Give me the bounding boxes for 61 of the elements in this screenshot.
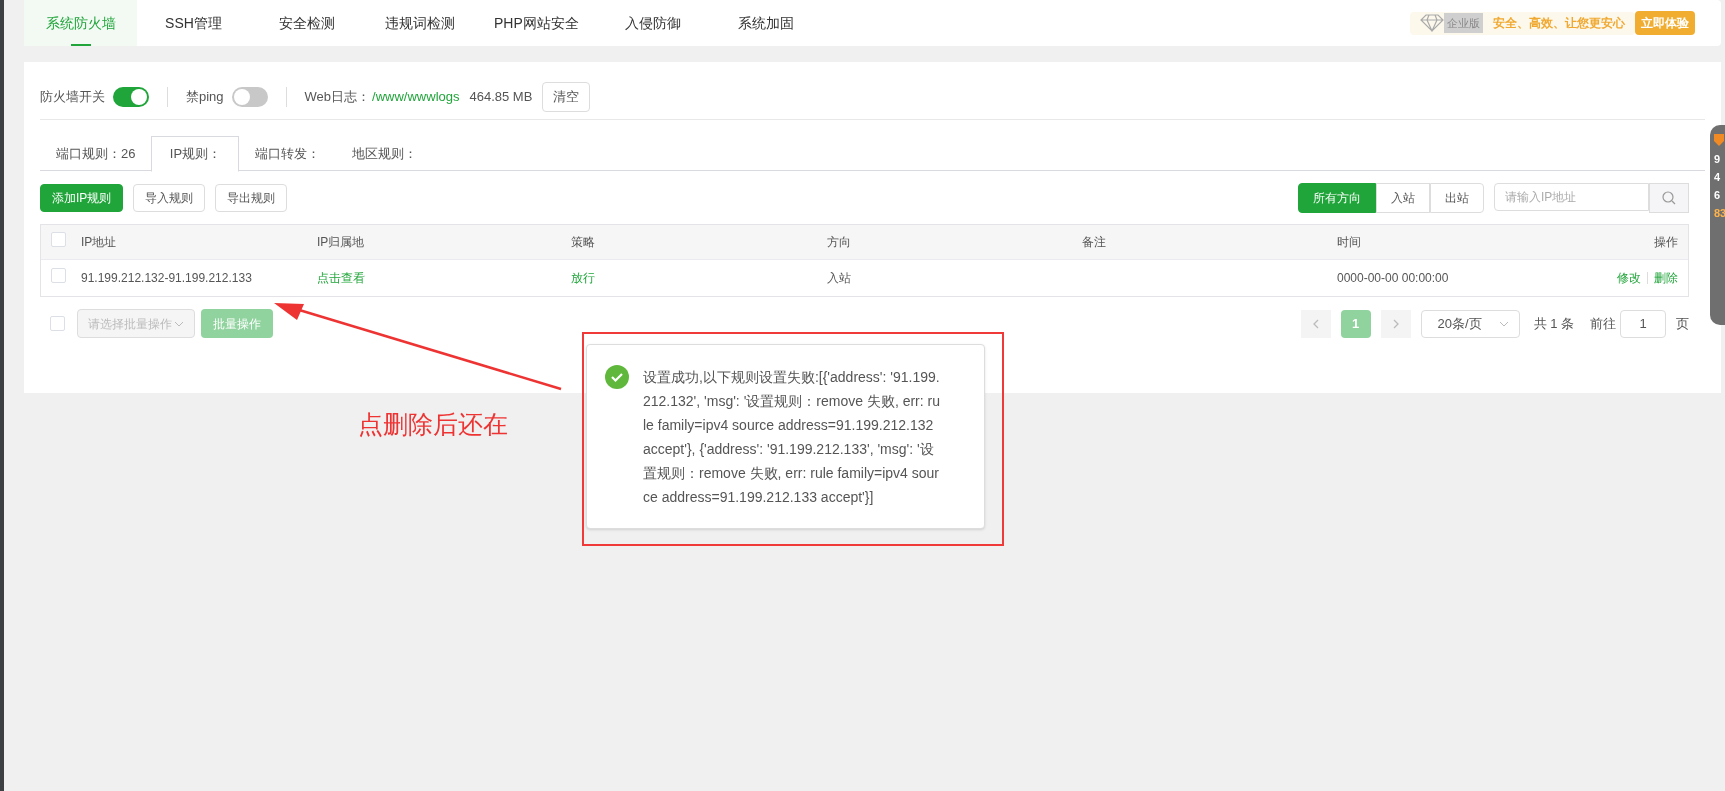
action-button[interactable]: 导出规则 bbox=[215, 184, 288, 212]
direction-button[interactable]: 入站 bbox=[1376, 183, 1430, 213]
rule-tab[interactable]: 端口规则：26 bbox=[40, 136, 152, 172]
column-header: 策略 bbox=[571, 234, 596, 251]
annotation-text: 点删除后还在 bbox=[358, 410, 508, 438]
checkbox[interactable] bbox=[51, 232, 66, 247]
toggle-switch[interactable] bbox=[113, 86, 149, 107]
search-icon bbox=[1662, 191, 1676, 205]
rule-tab[interactable]: 地区规则： bbox=[336, 136, 434, 172]
column-header: 方向 bbox=[827, 234, 852, 251]
nav-tab[interactable]: PHP网站安全 bbox=[476, 0, 597, 46]
column-header: 备注 bbox=[1082, 234, 1107, 251]
success-icon bbox=[605, 365, 629, 389]
column-header: IP地址 bbox=[81, 234, 118, 251]
widget-text: 4 bbox=[1714, 171, 1721, 183]
next-page-button[interactable] bbox=[1380, 309, 1411, 338]
table-cell-text: 91.199.212.132-91.199.212.133 bbox=[81, 270, 253, 287]
clear-button[interactable]: 清空 bbox=[542, 81, 591, 112]
search-field[interactable]: 请输入IP地址 bbox=[1494, 183, 1649, 211]
switch-label: 禁ping bbox=[186, 87, 224, 106]
web-log-label: Web日志： bbox=[304, 87, 371, 106]
page-input[interactable]: 1 bbox=[1620, 309, 1666, 338]
chevron-down-icon bbox=[174, 320, 184, 327]
widget-text: 9 bbox=[1714, 153, 1721, 165]
goto-label: 前往 bbox=[1590, 314, 1616, 333]
nav-tab[interactable]: 入侵防御 bbox=[596, 0, 710, 46]
nav-tab[interactable]: 系统加固 bbox=[709, 0, 823, 46]
nav-tab[interactable]: SSH管理 bbox=[137, 0, 250, 46]
switch-label: 防火墙开关 bbox=[40, 87, 105, 106]
edition-badge: 企业版 bbox=[1444, 13, 1483, 33]
page-size-select[interactable]: 20条/页 bbox=[1420, 309, 1520, 338]
column-header: 操作 bbox=[1653, 234, 1679, 251]
action-button[interactable]: 导入规则 bbox=[133, 184, 206, 212]
table-cell-text: 入站 bbox=[827, 270, 852, 287]
chevron-right-icon bbox=[1391, 318, 1400, 329]
checkbox[interactable] bbox=[50, 316, 65, 331]
chevron-down-icon bbox=[1498, 320, 1509, 327]
log-path: /www/wwwlogs bbox=[372, 87, 460, 106]
widget-text: 6 bbox=[1714, 189, 1721, 201]
rule-tab[interactable]: 端口转发： bbox=[239, 136, 337, 172]
page-suffix: 页 bbox=[1676, 314, 1689, 333]
toast-message: 设置成功,以下规则设置失败:[{'address': '91.199.212.132', 'msg': '设置规则：remove 失败, err: rule family=ipv4 source address=91.199.212.132 accept'}, {'address': '91.199.212.133', 'msg': '设置规则：remove 失败, err: rule family=ipv4 source address=91.199.212.133 accept'}] bbox=[643, 368, 941, 507]
checkbox[interactable] bbox=[51, 268, 66, 283]
previous-page-button[interactable] bbox=[1300, 309, 1331, 338]
slogan: 安全、高效、让您更安心 bbox=[1492, 15, 1626, 32]
column-header: 时间 bbox=[1337, 234, 1362, 251]
table-cell-text: 放行 bbox=[571, 270, 596, 287]
widget-text: 83 bbox=[1714, 207, 1725, 219]
nav-tab[interactable]: 违规词检测 bbox=[363, 0, 476, 46]
search-button[interactable] bbox=[1649, 183, 1689, 213]
table-cell-text: 0000-00-00 00:00:00 bbox=[1337, 270, 1450, 287]
diamond-icon bbox=[1420, 14, 1444, 32]
log-size: 464.85 MB bbox=[469, 87, 533, 106]
chevron-left-icon bbox=[1311, 318, 1320, 329]
direction-button[interactable]: 出站 bbox=[1430, 183, 1484, 213]
toggle-switch[interactable] bbox=[231, 86, 268, 107]
rule-tab[interactable]: IP规则： bbox=[151, 136, 240, 172]
shield-icon bbox=[1714, 133, 1724, 147]
nav-tab[interactable]: 安全检测 bbox=[250, 0, 363, 46]
column-header: IP归属地 bbox=[317, 234, 366, 251]
total-count: 共 1 条 bbox=[1533, 314, 1574, 333]
